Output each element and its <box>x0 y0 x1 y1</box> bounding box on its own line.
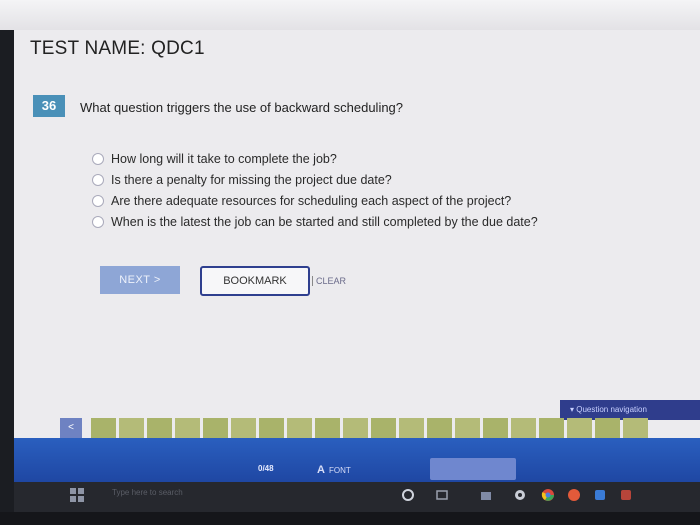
cortana-circle-icon[interactable] <box>400 487 416 503</box>
answer-option-3[interactable]: Are there adequate resources for schedul… <box>92 190 538 211</box>
question-navigation-toggle[interactable]: ▾ Question navigation <box>560 400 700 420</box>
app-icon[interactable] <box>566 487 582 503</box>
question-text: What question triggers the use of backwa… <box>80 100 404 115</box>
question-tile[interactable] <box>91 418 116 438</box>
question-tile[interactable] <box>147 418 172 438</box>
test-title: TEST NAME: QDC1 <box>30 38 205 59</box>
store-icon[interactable] <box>478 487 494 503</box>
clear-button[interactable]: CLEAR <box>312 276 346 286</box>
bottom-bezel <box>0 512 700 525</box>
question-number-badge: 36 <box>33 95 65 117</box>
question-tile[interactable] <box>595 418 620 438</box>
answer-options: How long will it take to complete the jo… <box>92 148 538 232</box>
task-view-icon[interactable] <box>434 487 450 503</box>
app-icon[interactable] <box>592 487 608 503</box>
answer-option-2[interactable]: Is there a penalty for missing the proje… <box>92 169 538 190</box>
taskbar-search-input[interactable]: Type here to search <box>112 488 183 497</box>
question-tile[interactable] <box>427 418 452 438</box>
question-tile[interactable] <box>175 418 200 438</box>
question-tile[interactable] <box>119 418 144 438</box>
next-button[interactable]: NEXT > <box>100 266 180 294</box>
question-tile[interactable] <box>231 418 256 438</box>
answer-option-1[interactable]: How long will it take to complete the jo… <box>92 148 538 169</box>
radio-button[interactable] <box>92 152 104 165</box>
question-tile[interactable] <box>203 418 228 438</box>
chrome-browser-icon[interactable] <box>540 487 556 503</box>
answer-option-label: How long will it take to complete the jo… <box>111 151 337 166</box>
question-tile[interactable] <box>287 418 312 438</box>
radio-button[interactable] <box>92 173 104 186</box>
question-tile[interactable] <box>399 418 424 438</box>
bookmark-button[interactable]: BOOKMARK <box>200 266 310 296</box>
answer-option-label: When is the latest the job can be starte… <box>111 214 538 229</box>
windows-start-icon[interactable] <box>70 488 84 502</box>
bottom-toolbar <box>14 438 700 482</box>
answer-option-4[interactable]: When is the latest the job can be starte… <box>92 211 538 232</box>
question-tile[interactable] <box>455 418 480 438</box>
toolbar-pill-button[interactable] <box>430 458 516 480</box>
settings-gear-icon[interactable] <box>512 487 528 503</box>
radio-button[interactable] <box>92 194 104 207</box>
question-tile[interactable] <box>483 418 508 438</box>
question-tile[interactable] <box>315 418 340 438</box>
font-size-control[interactable]: A FONT <box>317 464 351 476</box>
question-tile[interactable] <box>371 418 396 438</box>
app-icon[interactable] <box>618 487 634 503</box>
question-tile[interactable] <box>343 418 368 438</box>
question-tile[interactable] <box>539 418 564 438</box>
radio-button[interactable] <box>92 215 104 228</box>
font-label: FONT <box>328 466 351 475</box>
answer-option-label: Is there a penalty for missing the proje… <box>111 172 392 187</box>
answer-option-label: Are there adequate resources for schedul… <box>111 193 512 208</box>
font-icon: A <box>317 464 325 476</box>
question-tile-strip: < <box>60 418 700 438</box>
question-tile[interactable] <box>623 418 648 438</box>
question-tile[interactable] <box>567 418 592 438</box>
top-bezel <box>0 0 700 30</box>
question-tile[interactable] <box>511 418 536 438</box>
answered-counter: 0/48 <box>258 464 274 473</box>
back-arrow-icon[interactable]: < <box>60 418 82 438</box>
question-tile[interactable] <box>259 418 284 438</box>
